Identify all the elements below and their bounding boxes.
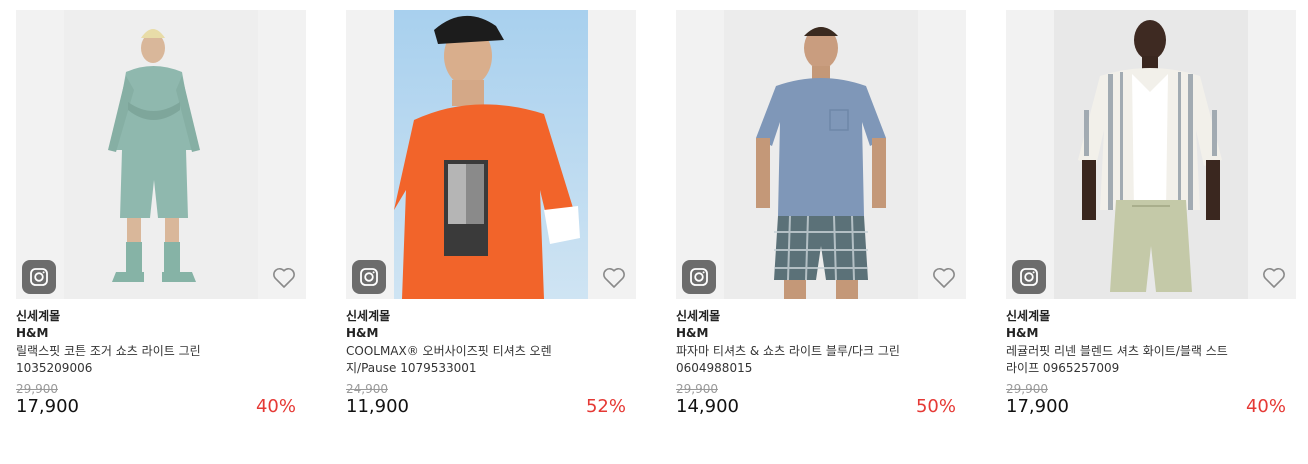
product-photo-pajama-set (724, 10, 918, 299)
discount-rate: 52% (585, 396, 626, 417)
original-price: 29,900 (1006, 382, 1048, 396)
original-price: 29,900 (16, 382, 58, 396)
price-row: 14,900 50% (676, 396, 966, 420)
heart-icon[interactable] (930, 264, 958, 292)
product-card[interactable]: 신세계몰 H&M 레귤러핏 리넨 블렌드 셔츠 화이트/블랙 스트라이프 096… (1006, 10, 1296, 420)
price-row: 11,900 52% (346, 396, 636, 420)
product-name[interactable]: COOLMAX® 오버사이즈핏 티셔츠 오렌지/Pause 1079533001 (346, 343, 576, 377)
product-info: 신세계몰 H&M COOLMAX® 오버사이즈핏 티셔츠 오렌지/Pause 1… (346, 299, 636, 420)
product-card[interactable]: 신세계몰 H&M 파자마 티셔츠 & 쇼츠 라이트 블루/다크 그린 06049… (676, 10, 966, 420)
product-image[interactable] (676, 10, 966, 299)
brand-name: H&M (346, 326, 379, 340)
price-row: 17,900 40% (16, 396, 306, 420)
product-card[interactable]: 신세계몰 H&M COOLMAX® 오버사이즈핏 티셔츠 오렌지/Pause 1… (346, 10, 636, 420)
original-price: 29,900 (676, 382, 718, 396)
product-info: 신세계몰 H&M 레귤러핏 리넨 블렌드 셔츠 화이트/블랙 스트라이프 096… (1006, 299, 1296, 420)
brand-name: H&M (16, 326, 49, 340)
instagram-icon[interactable] (22, 260, 56, 294)
product-photo-orange-tshirt (394, 10, 588, 299)
discount-rate: 50% (915, 396, 956, 417)
store-name: 신세계몰 (16, 309, 61, 323)
brand-name: H&M (1006, 326, 1039, 340)
store-name: 신세계몰 (676, 309, 721, 323)
sale-price: 14,900 (676, 396, 739, 417)
instagram-icon[interactable] (682, 260, 716, 294)
heart-icon[interactable] (600, 264, 628, 292)
heart-icon[interactable] (1260, 264, 1288, 292)
product-photo-green-shorts-set (64, 10, 258, 299)
sale-price: 11,900 (346, 396, 409, 417)
store-name: 신세계몰 (1006, 309, 1051, 323)
store-name: 신세계몰 (346, 309, 391, 323)
heart-icon[interactable] (270, 264, 298, 292)
product-image[interactable] (1006, 10, 1296, 299)
product-image[interactable] (16, 10, 306, 299)
brand-name: H&M (676, 326, 709, 340)
discount-rate: 40% (1245, 396, 1286, 417)
discount-rate: 40% (255, 396, 296, 417)
product-grid: 신세계몰 H&M 릴랙스핏 코튼 조거 쇼츠 라이트 그린 1035209006… (0, 0, 1308, 464)
price-row: 17,900 40% (1006, 396, 1296, 420)
sale-price: 17,900 (1006, 396, 1069, 417)
product-info: 신세계몰 H&M 파자마 티셔츠 & 쇼츠 라이트 블루/다크 그린 06049… (676, 299, 966, 420)
sale-price: 17,900 (16, 396, 79, 417)
instagram-icon[interactable] (1012, 260, 1046, 294)
product-name[interactable]: 릴랙스핏 코튼 조거 쇼츠 라이트 그린 1035209006 (16, 343, 246, 377)
instagram-icon[interactable] (352, 260, 386, 294)
product-name[interactable]: 레귤러핏 리넨 블렌드 셔츠 화이트/블랙 스트라이프 0965257009 (1006, 343, 1236, 377)
product-card[interactable]: 신세계몰 H&M 릴랙스핏 코튼 조거 쇼츠 라이트 그린 1035209006… (16, 10, 306, 420)
product-name[interactable]: 파자마 티셔츠 & 쇼츠 라이트 블루/다크 그린 0604988015 (676, 343, 906, 377)
original-price: 24,900 (346, 382, 388, 396)
product-image[interactable] (346, 10, 636, 299)
product-info: 신세계몰 H&M 릴랙스핏 코튼 조거 쇼츠 라이트 그린 1035209006… (16, 299, 306, 420)
product-photo-striped-shirt (1054, 10, 1248, 299)
